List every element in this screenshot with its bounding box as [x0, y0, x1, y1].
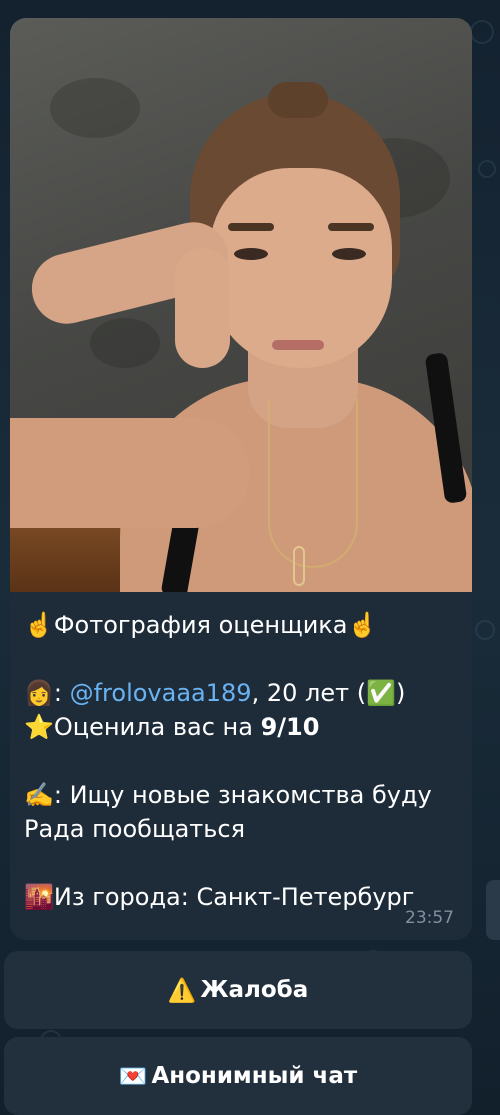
city-sunset-icon: 🌇 — [24, 883, 54, 911]
message-text: ☝️Фотография оценщика☝️ 👩: @frolovaaa189… — [24, 608, 464, 914]
writing-hand-icon: ✍️ — [24, 781, 54, 809]
city-line: 🌇Из города: Санкт-Петербург — [24, 880, 464, 914]
doodle-icon — [470, 20, 494, 44]
about-line: ✍️: Ищу новые знакомства буду Рада пообщ… — [24, 778, 464, 846]
woman-emoji-icon: 👩 — [24, 679, 54, 707]
city-text: Из города: Санкт-Петербург — [53, 883, 415, 911]
check-mark-icon: ✅ — [366, 679, 396, 707]
age-text: , 20 лет ( — [251, 679, 367, 707]
doodle-icon — [475, 620, 495, 640]
message-bubble: ☝️Фотография оценщика☝️ 👩: @frolovaaa189… — [10, 18, 472, 940]
caption-title: ☝️Фотография оценщика☝️ — [24, 611, 378, 639]
rating-value: 9/10 — [260, 713, 320, 741]
love-letter-icon: 💌 — [118, 1063, 148, 1090]
about-text: : Ищу новые знакомства буду Рада пообщат… — [24, 781, 432, 843]
message-time: 23:57 — [405, 908, 454, 928]
rating-line: ⭐Оценила вас на 9/10 — [24, 710, 464, 744]
profile-photo[interactable] — [10, 18, 472, 592]
username-prefix: : — [53, 679, 70, 707]
doodle-icon — [478, 160, 496, 178]
rating-text: Оценила вас на — [53, 713, 261, 741]
anonymous-chat-label: Анонимный чат — [151, 1063, 358, 1089]
report-button-label: Жалоба — [200, 977, 309, 1003]
report-button[interactable]: ⚠️ Жалоба — [4, 951, 472, 1029]
anonymous-chat-button[interactable]: 💌 Анонимный чат — [4, 1037, 472, 1115]
age-close: ) — [395, 679, 406, 707]
star-icon: ⭐ — [24, 713, 54, 741]
profile-line: 👩: @frolovaaa189, 20 лет (✅) — [24, 676, 464, 710]
warning-icon: ⚠️ — [167, 977, 197, 1004]
scroll-down-button[interactable] — [486, 880, 500, 940]
username-link[interactable]: @frolovaaa189 — [70, 679, 252, 707]
